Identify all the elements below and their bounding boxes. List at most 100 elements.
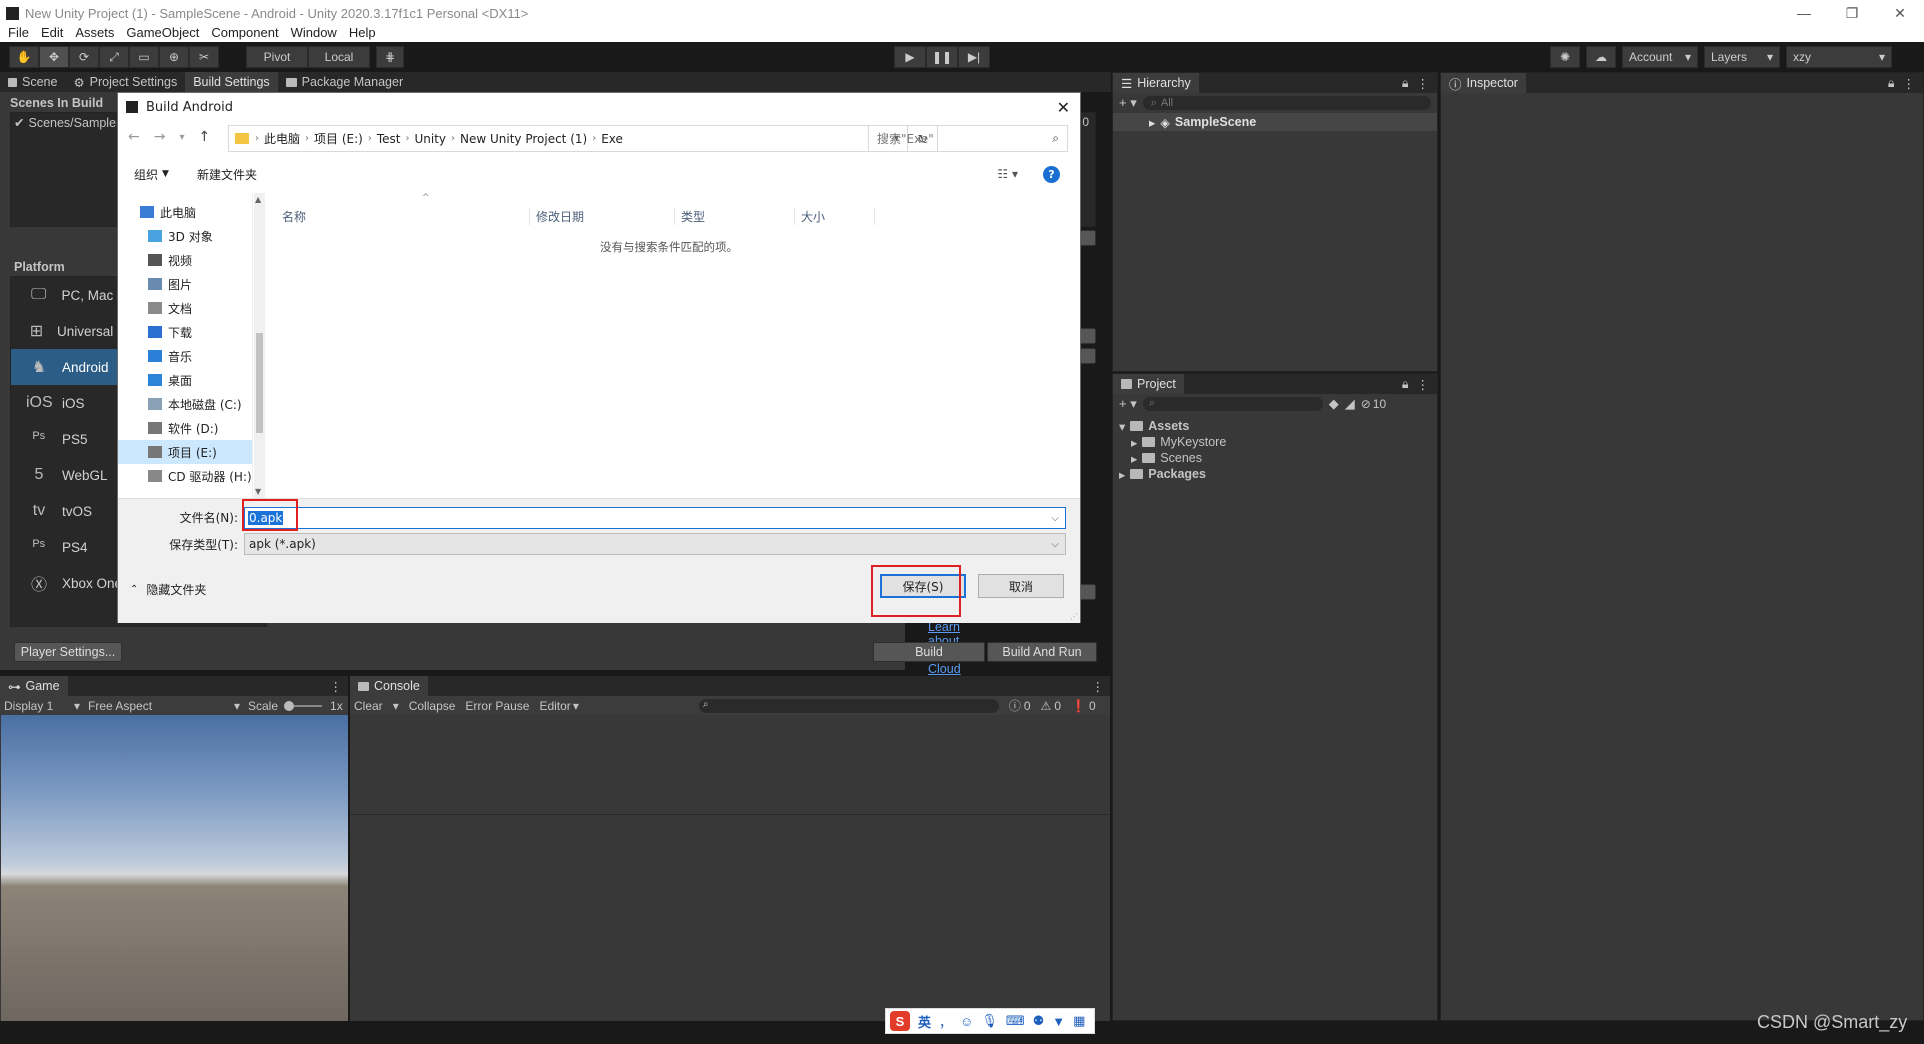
move-tool-button[interactable]: ✥ xyxy=(39,46,69,68)
scene-row[interactable]: ✔ Scenes/SampleS xyxy=(14,115,124,131)
ime-punctuation-toggle[interactable]: ， xyxy=(939,1012,952,1031)
sogou-logo-icon[interactable]: S xyxy=(890,1011,910,1031)
user-icon[interactable]: ⚉ xyxy=(1033,1013,1045,1029)
recent-locations-icon[interactable]: ▾ xyxy=(179,132,184,143)
nav-item[interactable]: 视频 xyxy=(118,248,252,272)
microphone-icon[interactable]: 🎙︎ xyxy=(981,1013,998,1029)
cloud-button[interactable]: ☁ xyxy=(1586,46,1616,68)
nav-item[interactable]: 本地磁盘 (C:) xyxy=(118,392,252,416)
warning-count-toggle[interactable]: ⚠ 0 xyxy=(1041,699,1061,713)
layers-dropdown[interactable]: Layers ▾ xyxy=(1704,46,1780,68)
keyboard-icon[interactable]: ⌨ xyxy=(1006,1013,1025,1029)
platform-item[interactable]: 🖵 PC, Mac & xyxy=(11,277,126,313)
add-button[interactable]: + ▾ xyxy=(1119,396,1137,412)
scrollbar-thumb[interactable] xyxy=(256,333,263,433)
nav-item[interactable]: CD 驱动器 (H:) xyxy=(118,464,252,488)
scene-root-item[interactable]: ▸ ◈ SampleScene xyxy=(1113,113,1437,131)
services-button[interactable]: ✺ xyxy=(1550,46,1580,68)
nav-item[interactable]: 软件 (D:) xyxy=(118,416,252,440)
nav-item[interactable]: 此电脑 xyxy=(118,200,252,224)
menu-help[interactable]: Help xyxy=(349,25,376,40)
dropdown-arrow-icon[interactable]: ⌵ xyxy=(1051,513,1059,524)
scale-slider[interactable] xyxy=(284,700,323,711)
tab-inspector[interactable]: ⓘ Inspector xyxy=(1441,73,1526,93)
forward-arrow-icon[interactable]: → xyxy=(154,129,166,145)
platform-item[interactable]: ᴾˢ PS5 xyxy=(11,421,126,457)
tree-item-scenes[interactable]: ▸ Scenes xyxy=(1113,450,1437,466)
editor-dropdown[interactable]: Editor ▾ xyxy=(539,699,578,713)
platform-item[interactable]: ♞ Android xyxy=(11,349,126,385)
more-menu-icon[interactable]: ⋮ xyxy=(1417,377,1430,392)
lock-icon[interactable]: 🔒︎ xyxy=(1888,76,1895,91)
player-settings-button[interactable]: Player Settings... xyxy=(14,642,122,662)
add-open-scenes-edge[interactable] xyxy=(1080,230,1096,246)
more-menu-icon[interactable]: ⋮ xyxy=(1417,76,1430,91)
help-button[interactable]: ? xyxy=(1043,165,1060,183)
project-search-input[interactable]: ⌕ xyxy=(1142,397,1323,411)
platform-item[interactable]: Ⓧ Xbox One xyxy=(11,565,126,601)
tab-console[interactable]: Console xyxy=(350,676,428,696)
grid-snap-button[interactable]: ⋕ xyxy=(376,46,404,68)
collapse-toggle[interactable]: Collapse xyxy=(409,699,456,713)
nav-item[interactable]: 3D 对象 xyxy=(118,224,252,248)
platform-item[interactable]: tv tvOS xyxy=(11,493,126,529)
add-button[interactable]: + ▾ xyxy=(1119,95,1137,111)
clear-dropdown[interactable]: Clear ▾ xyxy=(354,699,399,713)
play-button[interactable]: ▶ xyxy=(894,46,926,68)
breadcrumb-drive-e[interactable]: 项目 (E:) xyxy=(314,130,363,147)
local-toggle[interactable]: Local xyxy=(308,46,370,68)
dropdown-edge-2[interactable] xyxy=(1080,348,1096,364)
column-type[interactable]: 类型 xyxy=(675,207,795,225)
scale-tool-button[interactable]: ⤢ xyxy=(99,46,129,68)
menu-assets[interactable]: Assets xyxy=(75,25,114,40)
nav-item[interactable]: 下载 xyxy=(118,320,252,344)
toolbox-icon[interactable]: ▦ xyxy=(1073,1013,1085,1029)
platform-item[interactable]: ⊞ Universal V xyxy=(11,313,126,349)
custom-tool-button[interactable]: ✂ xyxy=(189,46,219,68)
filetype-select[interactable]: apk (*.apk) ⌵ xyxy=(244,533,1066,555)
menu-file[interactable]: File xyxy=(8,25,29,40)
scroll-down-icon[interactable]: ▼ xyxy=(255,487,261,496)
resize-grip-icon[interactable]: ⋰ xyxy=(1070,612,1078,621)
filter-label-icon[interactable]: ◢ xyxy=(1345,396,1355,412)
pivot-toggle[interactable]: Pivot xyxy=(246,46,308,68)
menu-gameobject[interactable]: GameObject xyxy=(126,25,199,40)
cancel-button[interactable]: 取消 xyxy=(978,574,1064,598)
column-size[interactable]: 大小 xyxy=(795,207,875,225)
build-and-run-button[interactable]: Build And Run xyxy=(987,642,1097,662)
checkbox-checked-icon[interactable]: ✔ xyxy=(14,115,24,130)
menu-window[interactable]: Window xyxy=(291,25,337,40)
view-options-button[interactable]: ☷ ▾ xyxy=(997,167,1018,181)
transform-tool-button[interactable]: ⊕ xyxy=(159,46,189,68)
ime-language-toggle[interactable]: 英 xyxy=(918,1012,931,1031)
tab-package-manager[interactable]: Package Manager xyxy=(278,72,411,92)
game-viewport[interactable] xyxy=(1,715,348,1021)
shirt-icon[interactable]: ▼ xyxy=(1052,1014,1065,1029)
rect-tool-button[interactable]: ▭ xyxy=(129,46,159,68)
dropdown-edge-1[interactable] xyxy=(1080,328,1096,344)
up-arrow-icon[interactable]: ↑ xyxy=(199,129,211,145)
collapse-arrow-icon[interactable]: ▸ xyxy=(1119,467,1125,482)
dialog-search-input[interactable]: 搜索"Exe" ⌕ xyxy=(868,125,1068,152)
column-name[interactable]: 名称 xyxy=(270,207,530,225)
menu-edit[interactable]: Edit xyxy=(41,25,63,40)
account-dropdown[interactable]: Account ▾ xyxy=(1622,46,1698,68)
emoji-icon[interactable]: ☺ xyxy=(960,1014,973,1029)
platform-item[interactable]: iOS iOS xyxy=(11,385,126,421)
new-folder-button[interactable]: 新建文件夹 xyxy=(197,166,257,183)
more-menu-icon[interactable]: ⋮ xyxy=(330,679,349,694)
breadcrumb-pc[interactable]: 此电脑 xyxy=(264,130,300,147)
filter-type-icon[interactable]: ◆ xyxy=(1329,396,1339,412)
nav-item[interactable]: 桌面 xyxy=(118,368,252,392)
step-button[interactable]: ▶| xyxy=(958,46,990,68)
nav-item[interactable]: 音乐 xyxy=(118,344,252,368)
tree-item-assets[interactable]: ▾ Assets xyxy=(1113,418,1437,434)
more-menu-icon[interactable]: ⋮ xyxy=(1092,679,1111,694)
hand-tool-button[interactable]: ✋ xyxy=(9,46,39,68)
console-search-input[interactable]: ⌕ xyxy=(698,698,999,713)
aspect-dropdown[interactable]: Free Aspect ▾ xyxy=(88,699,240,713)
scroll-up-icon[interactable]: ▲ xyxy=(255,195,261,204)
layout-dropdown[interactable]: xzy ▾ xyxy=(1786,46,1892,68)
tab-build-settings[interactable]: Build Settings xyxy=(185,72,278,92)
platform-item[interactable]: ᴾˢ PS4 xyxy=(11,529,126,565)
